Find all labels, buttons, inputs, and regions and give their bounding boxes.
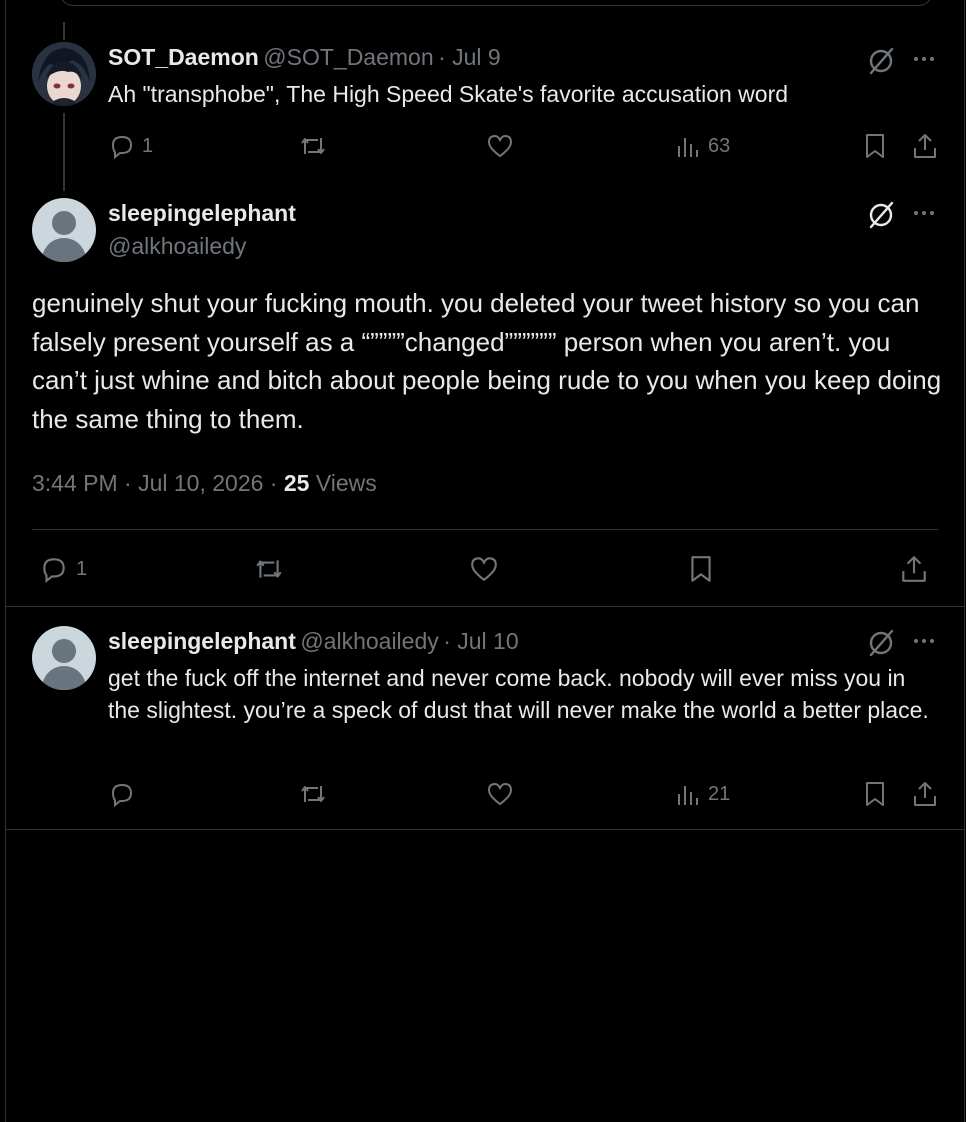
- reply-button[interactable]: [108, 780, 136, 808]
- bookmark-icon: [866, 782, 884, 806]
- divider: [5, 606, 965, 607]
- share-icon: [902, 556, 926, 582]
- main-tweet-meta: 3:44 PM · Jul 10, 2026 · 25 Views: [32, 470, 377, 497]
- like-button[interactable]: [468, 554, 500, 584]
- reply-button[interactable]: 1: [108, 132, 153, 160]
- thread-line-top: [63, 22, 65, 40]
- thread-line: [63, 113, 65, 191]
- divider: [5, 829, 965, 830]
- reply-tweet-handle[interactable]: @alkhoailedy: [300, 628, 438, 654]
- like-button[interactable]: [486, 132, 514, 160]
- main-tweet-handle[interactable]: @alkhoailedy: [108, 233, 246, 259]
- retweet-icon: [301, 138, 325, 154]
- avatar-sleepingelephant[interactable]: [32, 198, 96, 262]
- like-icon: [471, 557, 497, 582]
- main-tweet-views-count: 25: [283, 470, 310, 496]
- tweet1-date[interactable]: · Jul 9: [438, 44, 501, 70]
- reply-tweet-date[interactable]: · Jul 10: [443, 628, 518, 654]
- like-icon: [487, 134, 513, 158]
- views-button[interactable]: 21: [676, 780, 730, 808]
- more-icon[interactable]: [911, 200, 937, 226]
- main-tweet-display-name-row: sleepingelephant: [108, 200, 296, 227]
- reply-button[interactable]: 1: [38, 554, 87, 584]
- grok-icon[interactable]: [866, 46, 896, 76]
- tweet1-handle[interactable]: @SOT_Daemon: [263, 44, 433, 70]
- more-icon[interactable]: [911, 628, 937, 654]
- retweet-button[interactable]: [298, 780, 328, 808]
- bookmark-icon: [691, 556, 711, 582]
- main-tweet-handle-row: @alkhoailedy: [108, 233, 246, 260]
- grok-icon[interactable]: [866, 200, 896, 230]
- like-button[interactable]: [486, 780, 514, 808]
- like-icon: [487, 782, 513, 806]
- reply-tweet-header: sleepingelephant @alkhoailedy · Jul 10: [108, 628, 519, 655]
- grok-icon[interactable]: [866, 628, 896, 658]
- share-button[interactable]: [911, 132, 939, 160]
- reply-icon: [43, 558, 65, 584]
- reply-tweet-display-name[interactable]: sleepingelephant: [108, 628, 296, 654]
- avatar-sleepingelephant[interactable]: [32, 626, 96, 690]
- retweet-button[interactable]: [298, 132, 328, 160]
- reply-icon: [111, 135, 133, 160]
- share-button[interactable]: [898, 554, 930, 584]
- tweet1-display-name[interactable]: SOT_Daemon: [108, 44, 259, 70]
- main-tweet-reply-count: 1: [76, 557, 88, 580]
- main-tweet-text: genuinely shut your fucking mouth. you d…: [32, 288, 942, 434]
- main-tweet-views-label: Views: [309, 470, 377, 496]
- main-tweet-timestamp[interactable]: 3:44 PM · Jul 10, 2026 ·: [32, 470, 284, 496]
- retweet-icon: [256, 560, 282, 578]
- views-icon: [678, 786, 698, 805]
- main-tweet-display-name[interactable]: sleepingelephant: [108, 200, 296, 226]
- bookmark-icon: [866, 134, 884, 158]
- reply-tweet-views: 21: [708, 782, 731, 805]
- tweet1-views: 63: [708, 134, 731, 157]
- previous-post-card-edge: [60, 0, 932, 6]
- avatar-sot-daemon[interactable]: [32, 42, 96, 106]
- views-icon: [678, 138, 698, 157]
- bookmark-button[interactable]: [862, 780, 888, 808]
- views-button[interactable]: 63: [676, 132, 730, 160]
- reply-tweet-text: get the fuck off the internet and never …: [108, 665, 929, 723]
- divider: [32, 529, 938, 530]
- reply-icon: [111, 783, 133, 808]
- tweet1-reply-count: 1: [142, 134, 154, 157]
- retweet-button[interactable]: [252, 554, 286, 584]
- share-icon: [914, 782, 936, 806]
- share-button[interactable]: [911, 780, 939, 808]
- more-icon[interactable]: [911, 46, 937, 72]
- bookmark-button[interactable]: [686, 554, 716, 584]
- bookmark-button[interactable]: [862, 132, 888, 160]
- share-icon: [914, 134, 936, 158]
- tweet1-header: SOT_Daemon @SOT_Daemon · Jul 9: [108, 44, 501, 71]
- retweet-icon: [301, 786, 325, 802]
- tweet1-text: Ah "transphobe", The High Speed Skate's …: [108, 81, 789, 107]
- anime-avatar-image: [32, 42, 96, 106]
